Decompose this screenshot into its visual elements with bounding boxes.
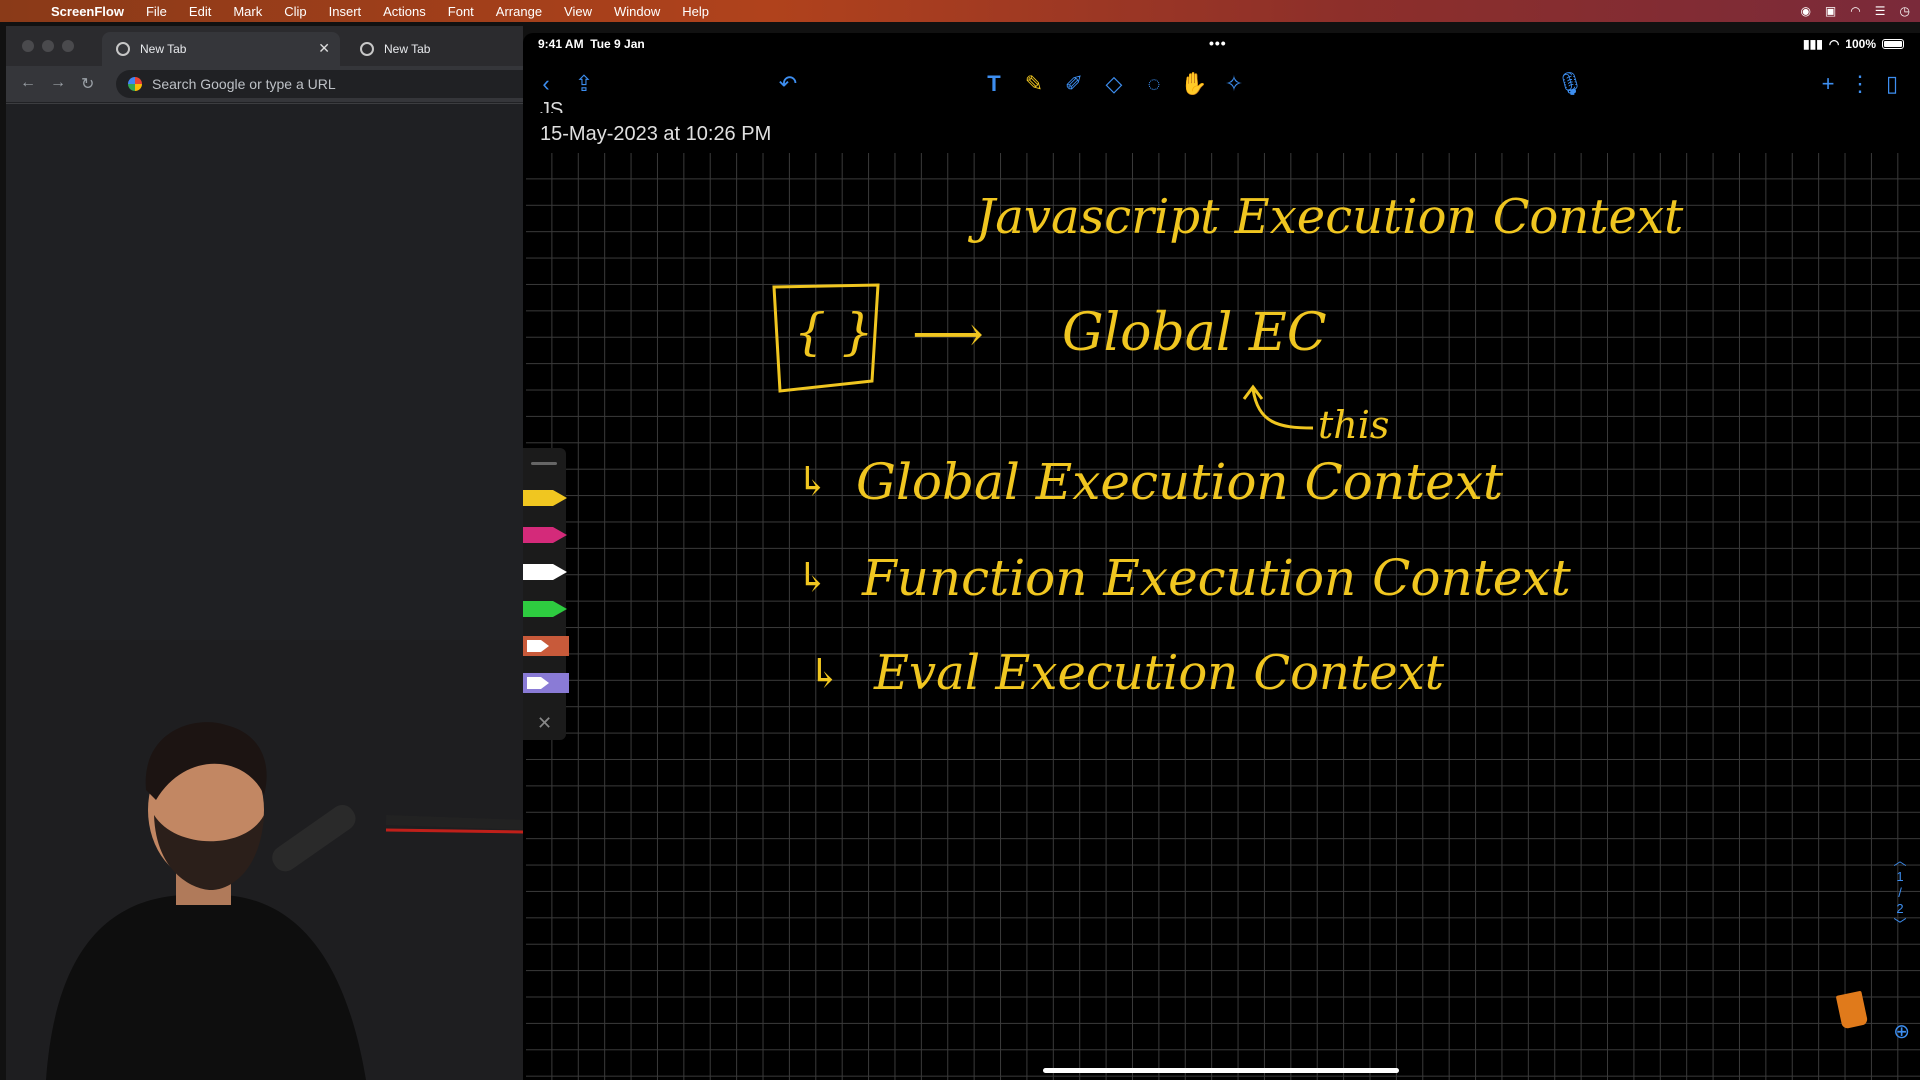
note-heading: Javascript Execution Context [976,189,1684,245]
microphone-icon[interactable]: 🎙 [1555,69,1585,99]
wifi-icon: ◠ [1828,37,1840,51]
page-indicator[interactable]: ︿ 1 / 2 ﹀ [1892,853,1908,933]
back-arrow-icon[interactable]: ← [20,74,36,92]
code-box-label: { } [794,303,874,361]
list-item-global: Global Execution Context [856,453,1504,511]
zoom-window-button[interactable] [62,40,74,52]
record-icon[interactable]: ◉ [1800,4,1810,18]
zoom-icon[interactable]: ⊕ [1893,1019,1910,1044]
close-palette-icon[interactable]: ✕ [537,713,552,734]
tab-new-tab-2[interactable]: New Tab [346,32,523,66]
back-chevron-icon[interactable]: ‹ [531,69,561,99]
pen-yellow[interactable] [523,488,569,508]
menu-font[interactable]: Font [437,4,485,19]
clock-icon[interactable]: ◷ [1900,4,1910,18]
highlighter-purple[interactable] [523,673,569,693]
menu-clip[interactable]: Clip [273,4,317,19]
pen-green[interactable] [523,599,569,619]
menu-app-name[interactable]: ScreenFlow [40,4,135,19]
control-center-icon[interactable]: ☰ [1875,4,1886,18]
tab-label: New Tab [384,42,431,56]
window-controls [22,40,74,52]
home-indicator[interactable] [1043,1068,1399,1073]
pen-tool-icon[interactable]: ✎ [1019,69,1049,99]
pen-magenta[interactable] [523,525,569,545]
browser-toolbar: ← → ↻ Search Google or type a URL [6,66,523,102]
page-up-icon[interactable]: ︿ [1892,853,1908,869]
google-logo-icon [128,77,142,91]
this-arrow [1242,384,1314,430]
document-date: 15-May-2023 at 10:26 PM [540,123,772,145]
laser-pointer-icon[interactable]: ✧ [1219,69,1249,99]
screen-icon[interactable]: ▣ [1825,4,1836,18]
bullet-arrow-icon: ↳ [808,651,842,697]
close-tab-icon[interactable]: ✕ [318,40,330,57]
presenter-figure [6,640,523,1080]
bullet-arrow-icon: ↳ [796,555,830,601]
battery-percent: 100% [1845,37,1876,51]
chrome-favicon-icon [360,42,374,56]
highlighter-icon[interactable]: ✐ [1059,69,1089,99]
list-item-function: Function Execution Context [862,549,1571,607]
tab-bar: New Tab ✕ New Tab [6,26,523,66]
omnibox[interactable]: Search Google or type a URL [116,70,523,98]
lasso-icon[interactable]: ◌ [1139,69,1169,99]
more-icon[interactable]: ⋮ [1845,69,1875,99]
menu-view[interactable]: View [553,4,603,19]
status-right: ▮▮▮ ◠ 100% [1803,37,1904,51]
document-title: JS [540,99,564,113]
page-total: 2 [1896,901,1904,916]
menu-window[interactable]: Window [603,4,671,19]
chrome-favicon-icon [116,42,130,56]
menubar: ScreenFlow File Edit Mark Clip Insert Ac… [0,0,1920,22]
tab-new-tab-1[interactable]: New Tab ✕ [102,32,340,66]
this-label: this [1318,403,1390,447]
hand-icon[interactable]: ✋ [1179,69,1209,99]
menu-actions[interactable]: Actions [372,4,437,19]
undo-icon[interactable]: ↶ [773,69,803,99]
page-down-icon[interactable]: ﹀ [1892,917,1908,933]
share-icon[interactable]: ⇪ [569,69,599,99]
bullet-arrow-icon: ↳ [796,459,830,505]
pen-palette: ✕ [523,448,569,740]
status-time: 9:41 AM Tue 9 Jan [538,37,645,51]
global-ec-label: Global EC [1062,303,1327,363]
list-item-eval: Eval Execution Context [874,645,1444,701]
menu-edit[interactable]: Edit [178,4,222,19]
pen-white[interactable] [523,562,569,582]
ipad-screen: 9:41 AM Tue 9 Jan ••• ▮▮▮ ◠ 100% ‹ ⇪ ↶ T… [523,33,1920,1080]
page-current: 1 [1896,869,1904,884]
highlighter-orange[interactable] [523,636,569,656]
note-canvas[interactable]: Javascript Execution Context { } ⟶ Globa… [526,153,1920,1080]
tab-label: New Tab [140,42,187,56]
omnibox-placeholder: Search Google or type a URL [152,76,336,92]
ipad-status-bar: 9:41 AM Tue 9 Jan ••• ▮▮▮ ◠ 100% [523,33,1920,57]
menu-file[interactable]: File [135,4,178,19]
webcam-overlay [6,640,523,1080]
menu-mark[interactable]: Mark [222,4,273,19]
battery-icon [1882,39,1904,49]
wifi-icon[interactable]: ◠ [1850,4,1860,18]
notes-toolbar: ‹ ⇪ ↶ T ✎ ✐ ◇ ◌ ✋ ✧ 🎙 + ⋮ ▯ [523,63,1920,107]
palette-handle[interactable] [531,462,557,465]
signal-icon: ▮▮▮ [1803,37,1823,51]
menu-arrange[interactable]: Arrange [485,4,553,19]
add-icon[interactable]: + [1813,69,1843,99]
reload-icon[interactable]: ↻ [81,74,94,94]
eraser-icon[interactable]: ◇ [1099,69,1129,99]
menubar-status-icons: ◉ ▣ ◠ ☰ ◷ [1800,0,1910,22]
pages-icon[interactable]: ▯ [1877,69,1907,99]
minimize-window-button[interactable] [42,40,54,52]
menu-help[interactable]: Help [671,4,720,19]
multitasking-dots[interactable]: ••• [1209,35,1227,51]
text-tool-icon[interactable]: T [979,69,1009,99]
menu-insert[interactable]: Insert [318,4,373,19]
page-separator: / [1898,885,1902,900]
arrow-to-global: ⟶ [912,305,984,363]
close-window-button[interactable] [22,40,34,52]
forward-arrow-icon[interactable]: → [50,74,66,92]
